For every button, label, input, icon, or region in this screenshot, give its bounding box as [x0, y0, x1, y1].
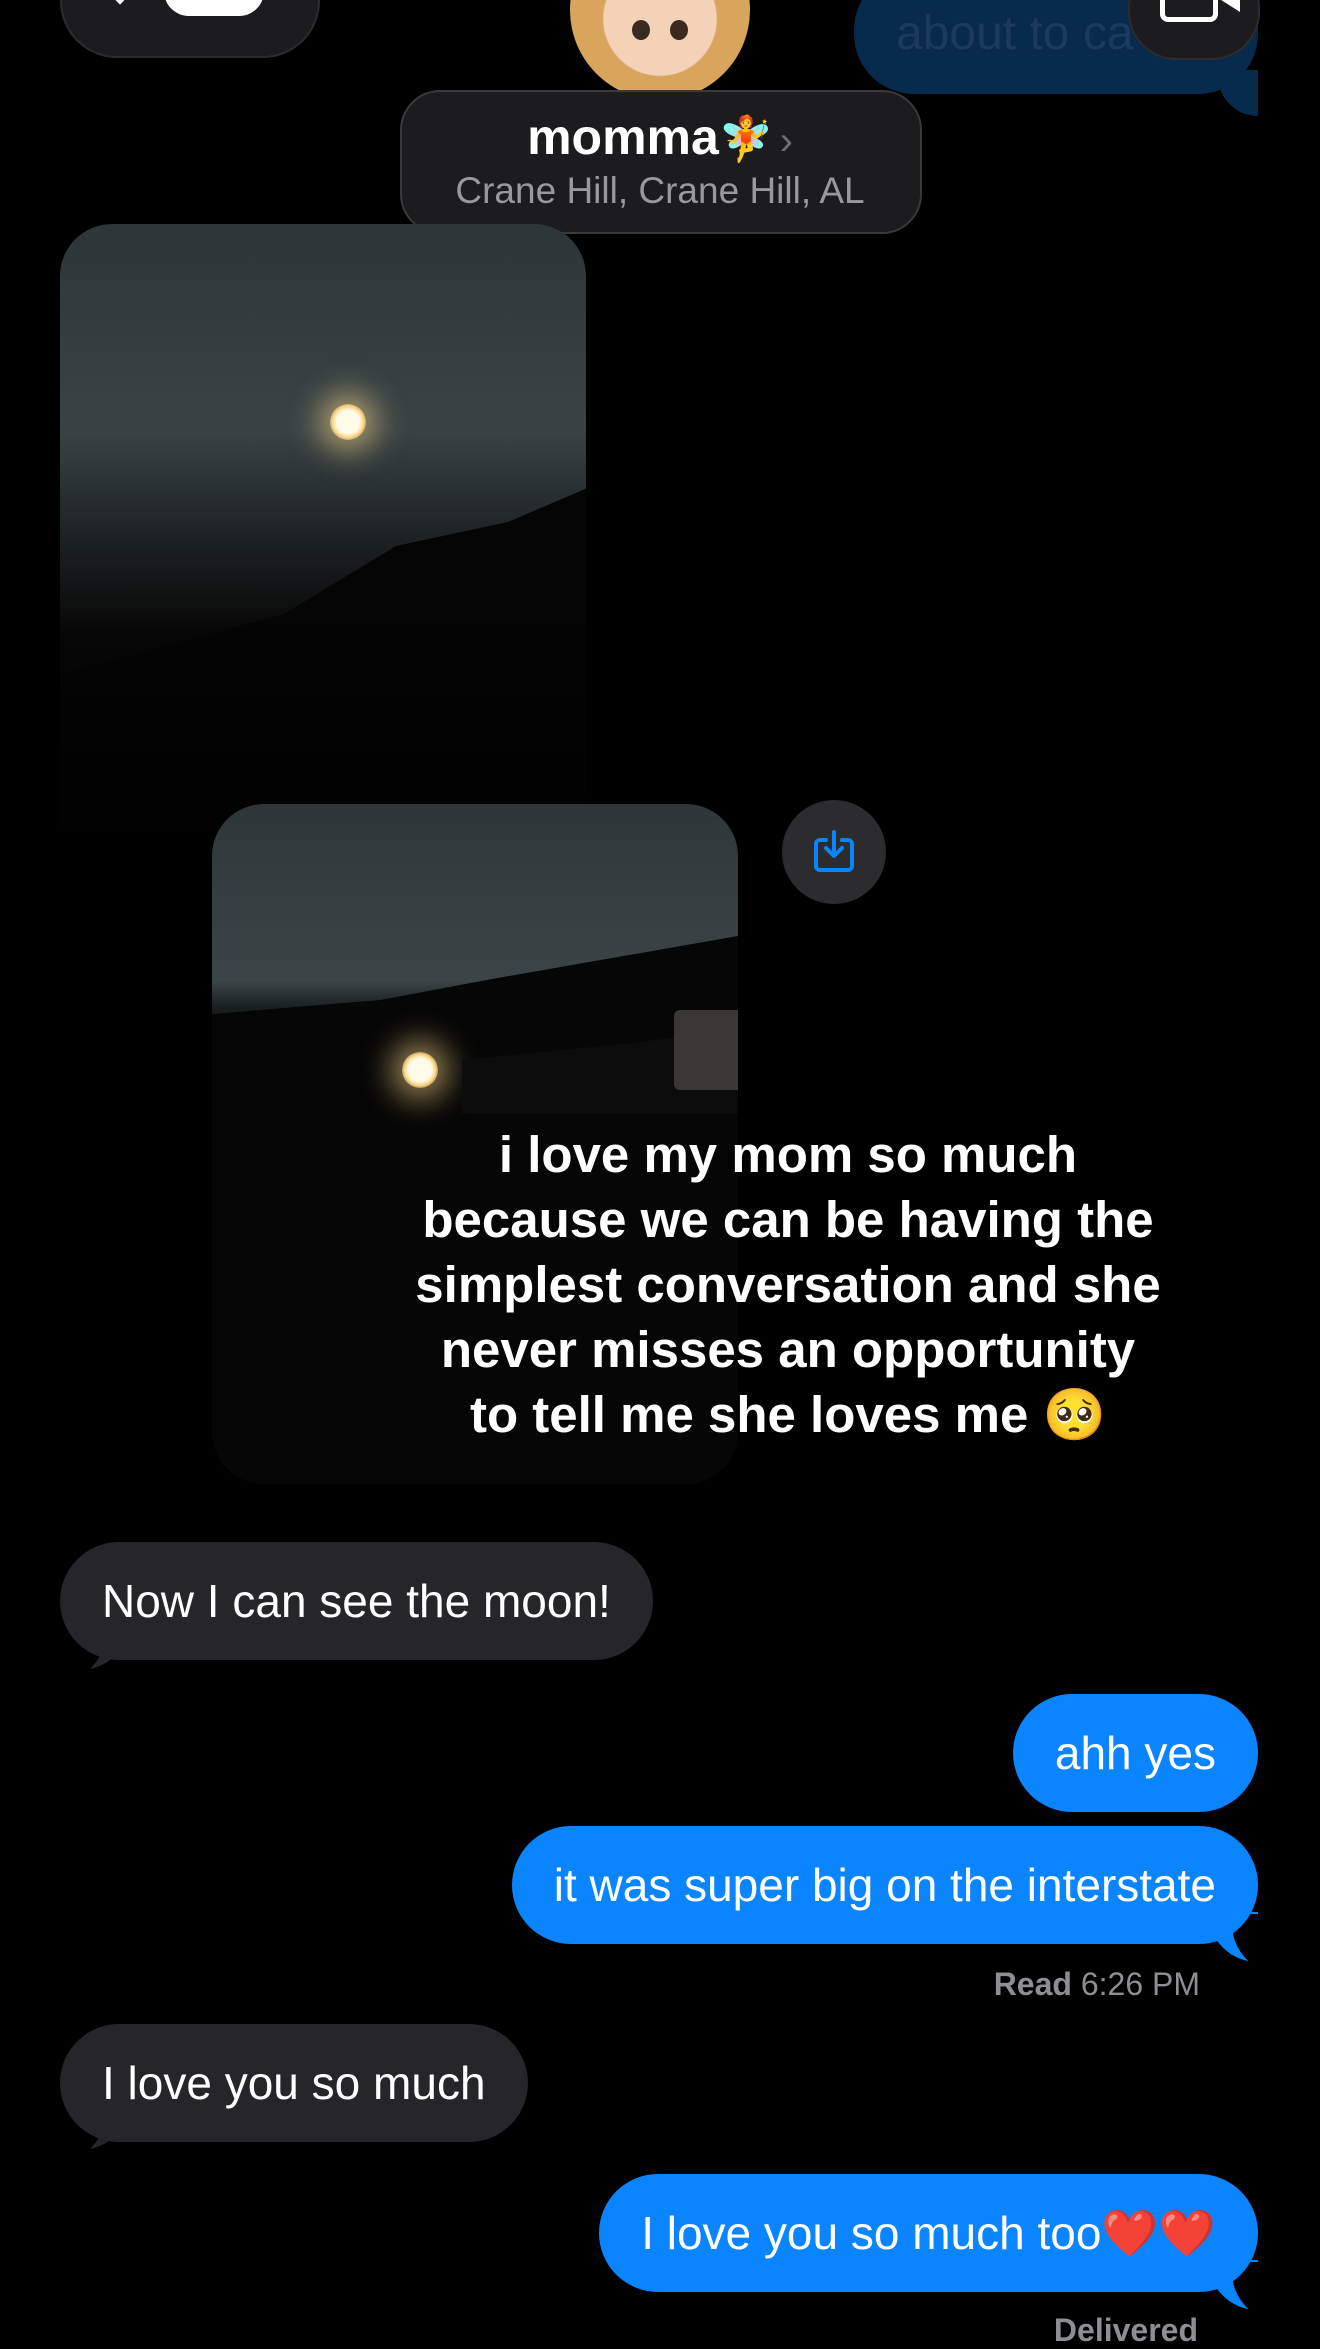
outgoing-message[interactable]: I love you so much too❤️❤️	[599, 2174, 1258, 2292]
avatar-eye	[632, 20, 650, 40]
contact-avatar[interactable]	[570, 0, 750, 100]
avatar-eye	[670, 20, 688, 40]
read-label: Read	[993, 1966, 1072, 2002]
truck-tailgate	[674, 1010, 738, 1090]
chevron-right-icon: ›	[779, 119, 793, 163]
video-camera-lens-icon	[1218, 0, 1240, 12]
read-receipt: Read 6:26 PM	[994, 1966, 1200, 2003]
contact-location: Crane Hill, Crane Hill, AL	[455, 170, 865, 211]
unread-count-badge: 720	[164, 0, 264, 16]
save-to-photos-icon	[814, 830, 854, 872]
moon-photo-1[interactable]	[60, 224, 586, 904]
outgoing-message[interactable]: ahh yes	[1012, 1694, 1258, 1812]
moon	[330, 404, 366, 440]
contact-name-text: momma	[527, 109, 719, 165]
incoming-message[interactable]: Now I can see the moon!	[60, 1542, 653, 1660]
previous-message-text: about to ca	[896, 7, 1134, 60]
previous-message-tail	[1218, 70, 1258, 116]
fairy-emoji: 🧚	[718, 115, 774, 164]
caption-line: never misses an opportunity	[440, 1321, 1136, 1378]
incoming-message[interactable]: I love you so much	[60, 2024, 528, 2142]
video-camera-icon	[1160, 0, 1218, 22]
caption-line: simplest conversation and she	[415, 1256, 1161, 1313]
contact-name[interactable]: momma🧚 ›	[400, 108, 920, 166]
read-time: 6:26 PM	[1080, 1966, 1200, 2002]
photo-horizon	[60, 474, 586, 794]
caption-line: i love my mom so much	[498, 1126, 1078, 1183]
caption-line: to tell me she loves me 🥺	[469, 1386, 1107, 1443]
outgoing-message[interactable]: it was super big on the interstate	[511, 1826, 1258, 1944]
moon	[402, 1052, 438, 1088]
overlay-caption: i love my mom so much because we can be …	[300, 1122, 1276, 1447]
delivered-receipt: Delivered	[1053, 2312, 1198, 2348]
caption-line: because we can be having the	[422, 1191, 1154, 1248]
